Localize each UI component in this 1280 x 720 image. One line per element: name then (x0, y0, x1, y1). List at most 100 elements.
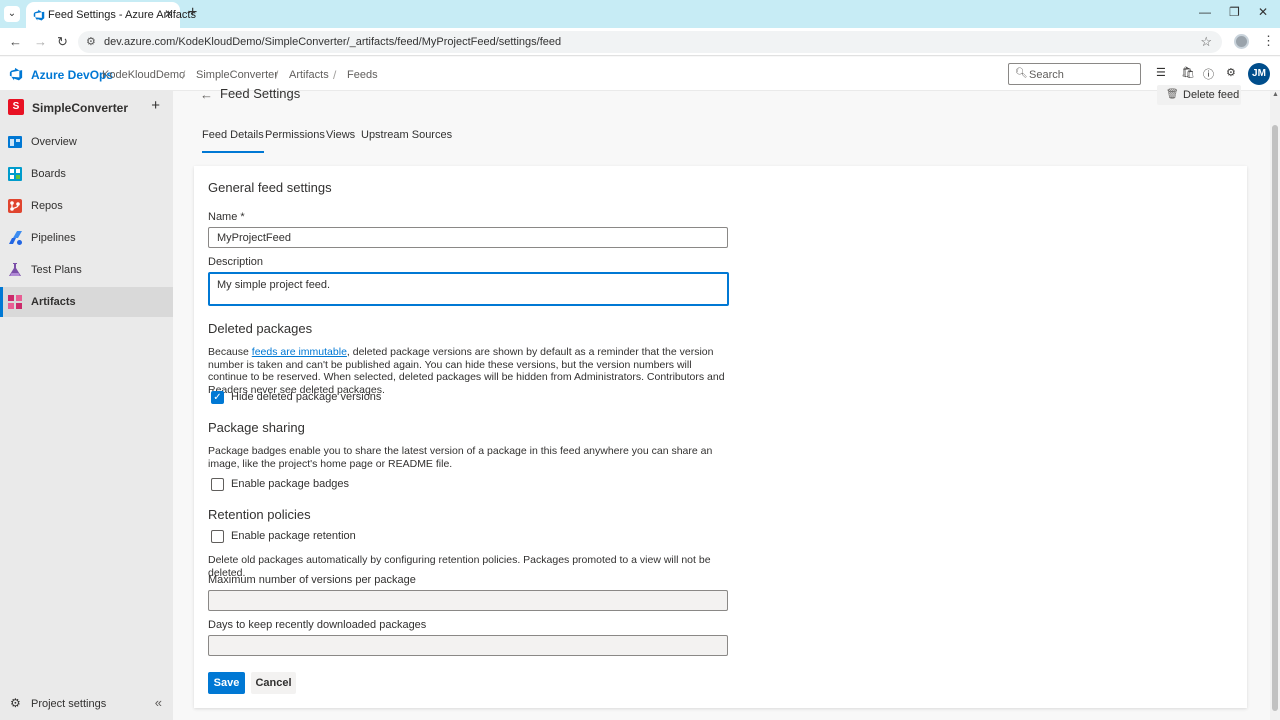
browser-tab-bar: ⌄ Feed Settings - Azure Artifacts ✕ + — … (0, 0, 1280, 28)
sidebar-item-overview[interactable]: Overview (0, 127, 173, 157)
app-name[interactable]: Azure DevOps (31, 68, 113, 82)
delete-feed-label: Delete feed (1183, 89, 1240, 101)
tab-upstream-sources[interactable]: Upstream Sources (361, 129, 452, 153)
description-label: Description (208, 256, 264, 268)
max-versions-label: Maximum number of versions per package (208, 574, 416, 586)
name-field[interactable] (208, 227, 728, 248)
feeds-immutable-link[interactable]: feeds are immutable (252, 346, 347, 358)
forward-icon[interactable]: → (34, 34, 47, 49)
project-badge: S (8, 99, 24, 115)
feed-settings-card: General feed settings Name * Description… (194, 166, 1247, 708)
description-field[interactable]: My simple project feed. (208, 272, 729, 306)
sidebar-item-label: Test Plans (31, 264, 82, 276)
breadcrumb-separator: / (275, 68, 279, 82)
collapse-sidebar-icon[interactable]: « (155, 695, 162, 710)
close-tab-icon[interactable]: ✕ (164, 7, 174, 21)
name-label: Name * (208, 211, 245, 223)
project-settings-link[interactable]: ⚙ Project settings « (0, 691, 173, 717)
deleted-text-before: Because (208, 346, 252, 358)
scroll-up-icon[interactable]: ▲ (1272, 91, 1279, 98)
deleted-packages-title: Deleted packages (208, 321, 313, 336)
back-icon[interactable]: ← (9, 34, 22, 49)
project-settings-label: Project settings (31, 698, 107, 710)
days-field[interactable] (208, 635, 728, 656)
trash-icon: 🗑︎ (1166, 89, 1179, 100)
gear-icon: ⚙ (10, 696, 21, 710)
delete-feed-button[interactable]: 🗑︎ Delete feed (1157, 85, 1241, 105)
browser-profile-avatar[interactable] (1234, 34, 1249, 49)
work-items-icon[interactable]: ☰ (1156, 66, 1166, 79)
ado-header: Azure DevOps KodeKloudDemo / SimpleConve… (0, 57, 1280, 91)
breadcrumb-project[interactable]: SimpleConverter (196, 69, 278, 81)
search-input[interactable] (1029, 67, 1137, 82)
avatar[interactable]: JM (1248, 63, 1270, 85)
sidebar-item-label: Artifacts (31, 296, 76, 308)
breadcrumb-org[interactable]: KodeKloudDemo (102, 69, 185, 81)
retention-checkbox[interactable] (211, 530, 224, 543)
days-label: Days to keep recently downloaded package… (208, 619, 427, 631)
sidebar-item-boards[interactable]: Boards (0, 159, 173, 189)
package-sharing-title: Package sharing (208, 420, 305, 435)
breadcrumb-artifacts[interactable]: Artifacts (289, 69, 329, 81)
sidebar-item-artifacts[interactable]: Artifacts (0, 287, 173, 317)
url-field[interactable]: ⚙ dev.azure.com/KodeKloudDemo/SimpleConv… (78, 31, 1222, 53)
badges-label: Enable package badges (231, 478, 350, 490)
browser-tab[interactable]: Feed Settings - Azure Artifacts ✕ (26, 2, 196, 28)
page-title: Feed Settings (220, 86, 301, 101)
site-info-icon[interactable]: ⚙ (86, 35, 96, 48)
main-content: ← Feed Settings 🗑︎ Delete feed Feed Deta… (173, 85, 1270, 720)
max-versions-field[interactable] (208, 590, 728, 611)
add-icon[interactable]: + (151, 97, 160, 114)
marketplace-icon[interactable]: 🛍︎ (1181, 66, 1195, 79)
back-arrow-icon[interactable]: ← (200, 87, 213, 102)
tab-search-dropdown-icon[interactable]: ⌄ (4, 6, 20, 22)
close-window-icon[interactable]: ✕ (1258, 5, 1268, 19)
breadcrumb-separator: / (333, 68, 337, 82)
azure-devops-favicon-icon (33, 9, 45, 21)
new-tab-icon[interactable]: + (188, 4, 197, 22)
tab-permissions[interactable]: Permissions (265, 129, 325, 153)
tab-feed-details[interactable]: Feed Details (202, 129, 264, 153)
hide-deleted-label: Hide deleted package versions (231, 391, 382, 403)
retention-label: Enable package retention (231, 530, 356, 542)
user-settings-icon[interactable]: ⚙ (1226, 66, 1236, 79)
url-text: dev.azure.com/KodeKloudDemo/SimpleConver… (104, 36, 562, 48)
test-plans-icon (9, 263, 21, 276)
scrollbar-thumb[interactable] (1272, 125, 1278, 711)
minimize-icon[interactable]: — (1199, 5, 1211, 19)
retention-title: Retention policies (208, 507, 311, 522)
sidebar-item-pipelines[interactable]: Pipelines (0, 223, 173, 253)
repos-icon (8, 199, 22, 213)
browser-menu-icon[interactable]: ⋮ (1262, 33, 1275, 49)
search-icon: 🔍︎ (1015, 68, 1028, 79)
sidebar-item-label: Repos (31, 200, 63, 212)
package-sharing-description: Package badges enable you to share the l… (208, 445, 713, 470)
deleted-packages-description: Because feeds are immutable, deleted pac… (208, 346, 728, 397)
pipelines-icon (9, 231, 22, 245)
bookmark-star-icon[interactable]: ☆ (1200, 34, 1212, 50)
hide-deleted-checkbox[interactable]: ✓ (211, 391, 224, 404)
search-box[interactable]: 🔍︎ (1008, 63, 1141, 85)
sidebar-item-label: Boards (31, 168, 66, 180)
badges-checkbox[interactable] (211, 478, 224, 491)
page-scrollbar[interactable]: ▲ (1270, 91, 1280, 720)
sidebar: S SimpleConverter + Overview Boards Repo… (0, 91, 173, 720)
save-button[interactable]: Save (208, 672, 245, 694)
project-selector[interactable]: S SimpleConverter + (8, 97, 168, 119)
cancel-button[interactable]: Cancel (251, 672, 296, 694)
general-settings-title: General feed settings (208, 180, 332, 195)
maximize-icon[interactable]: ❐ (1229, 5, 1240, 19)
reload-icon[interactable]: ↻ (57, 34, 68, 50)
sidebar-item-test-plans[interactable]: Test Plans (0, 255, 173, 285)
sidebar-item-label: Pipelines (31, 232, 76, 244)
sidebar-item-repos[interactable]: Repos (0, 191, 173, 221)
overview-icon (8, 136, 22, 148)
active-indicator (0, 287, 3, 317)
azure-devops-logo-icon[interactable] (9, 67, 23, 81)
tab-views[interactable]: Views (326, 129, 355, 153)
boards-icon (8, 167, 22, 181)
artifacts-icon (8, 295, 22, 309)
help-icon[interactable]: ⓘ (1203, 66, 1214, 82)
browser-address-bar: ← → ↻ ⚙ dev.azure.com/KodeKloudDemo/Simp… (0, 28, 1280, 56)
breadcrumb-feeds[interactable]: Feeds (347, 69, 378, 81)
